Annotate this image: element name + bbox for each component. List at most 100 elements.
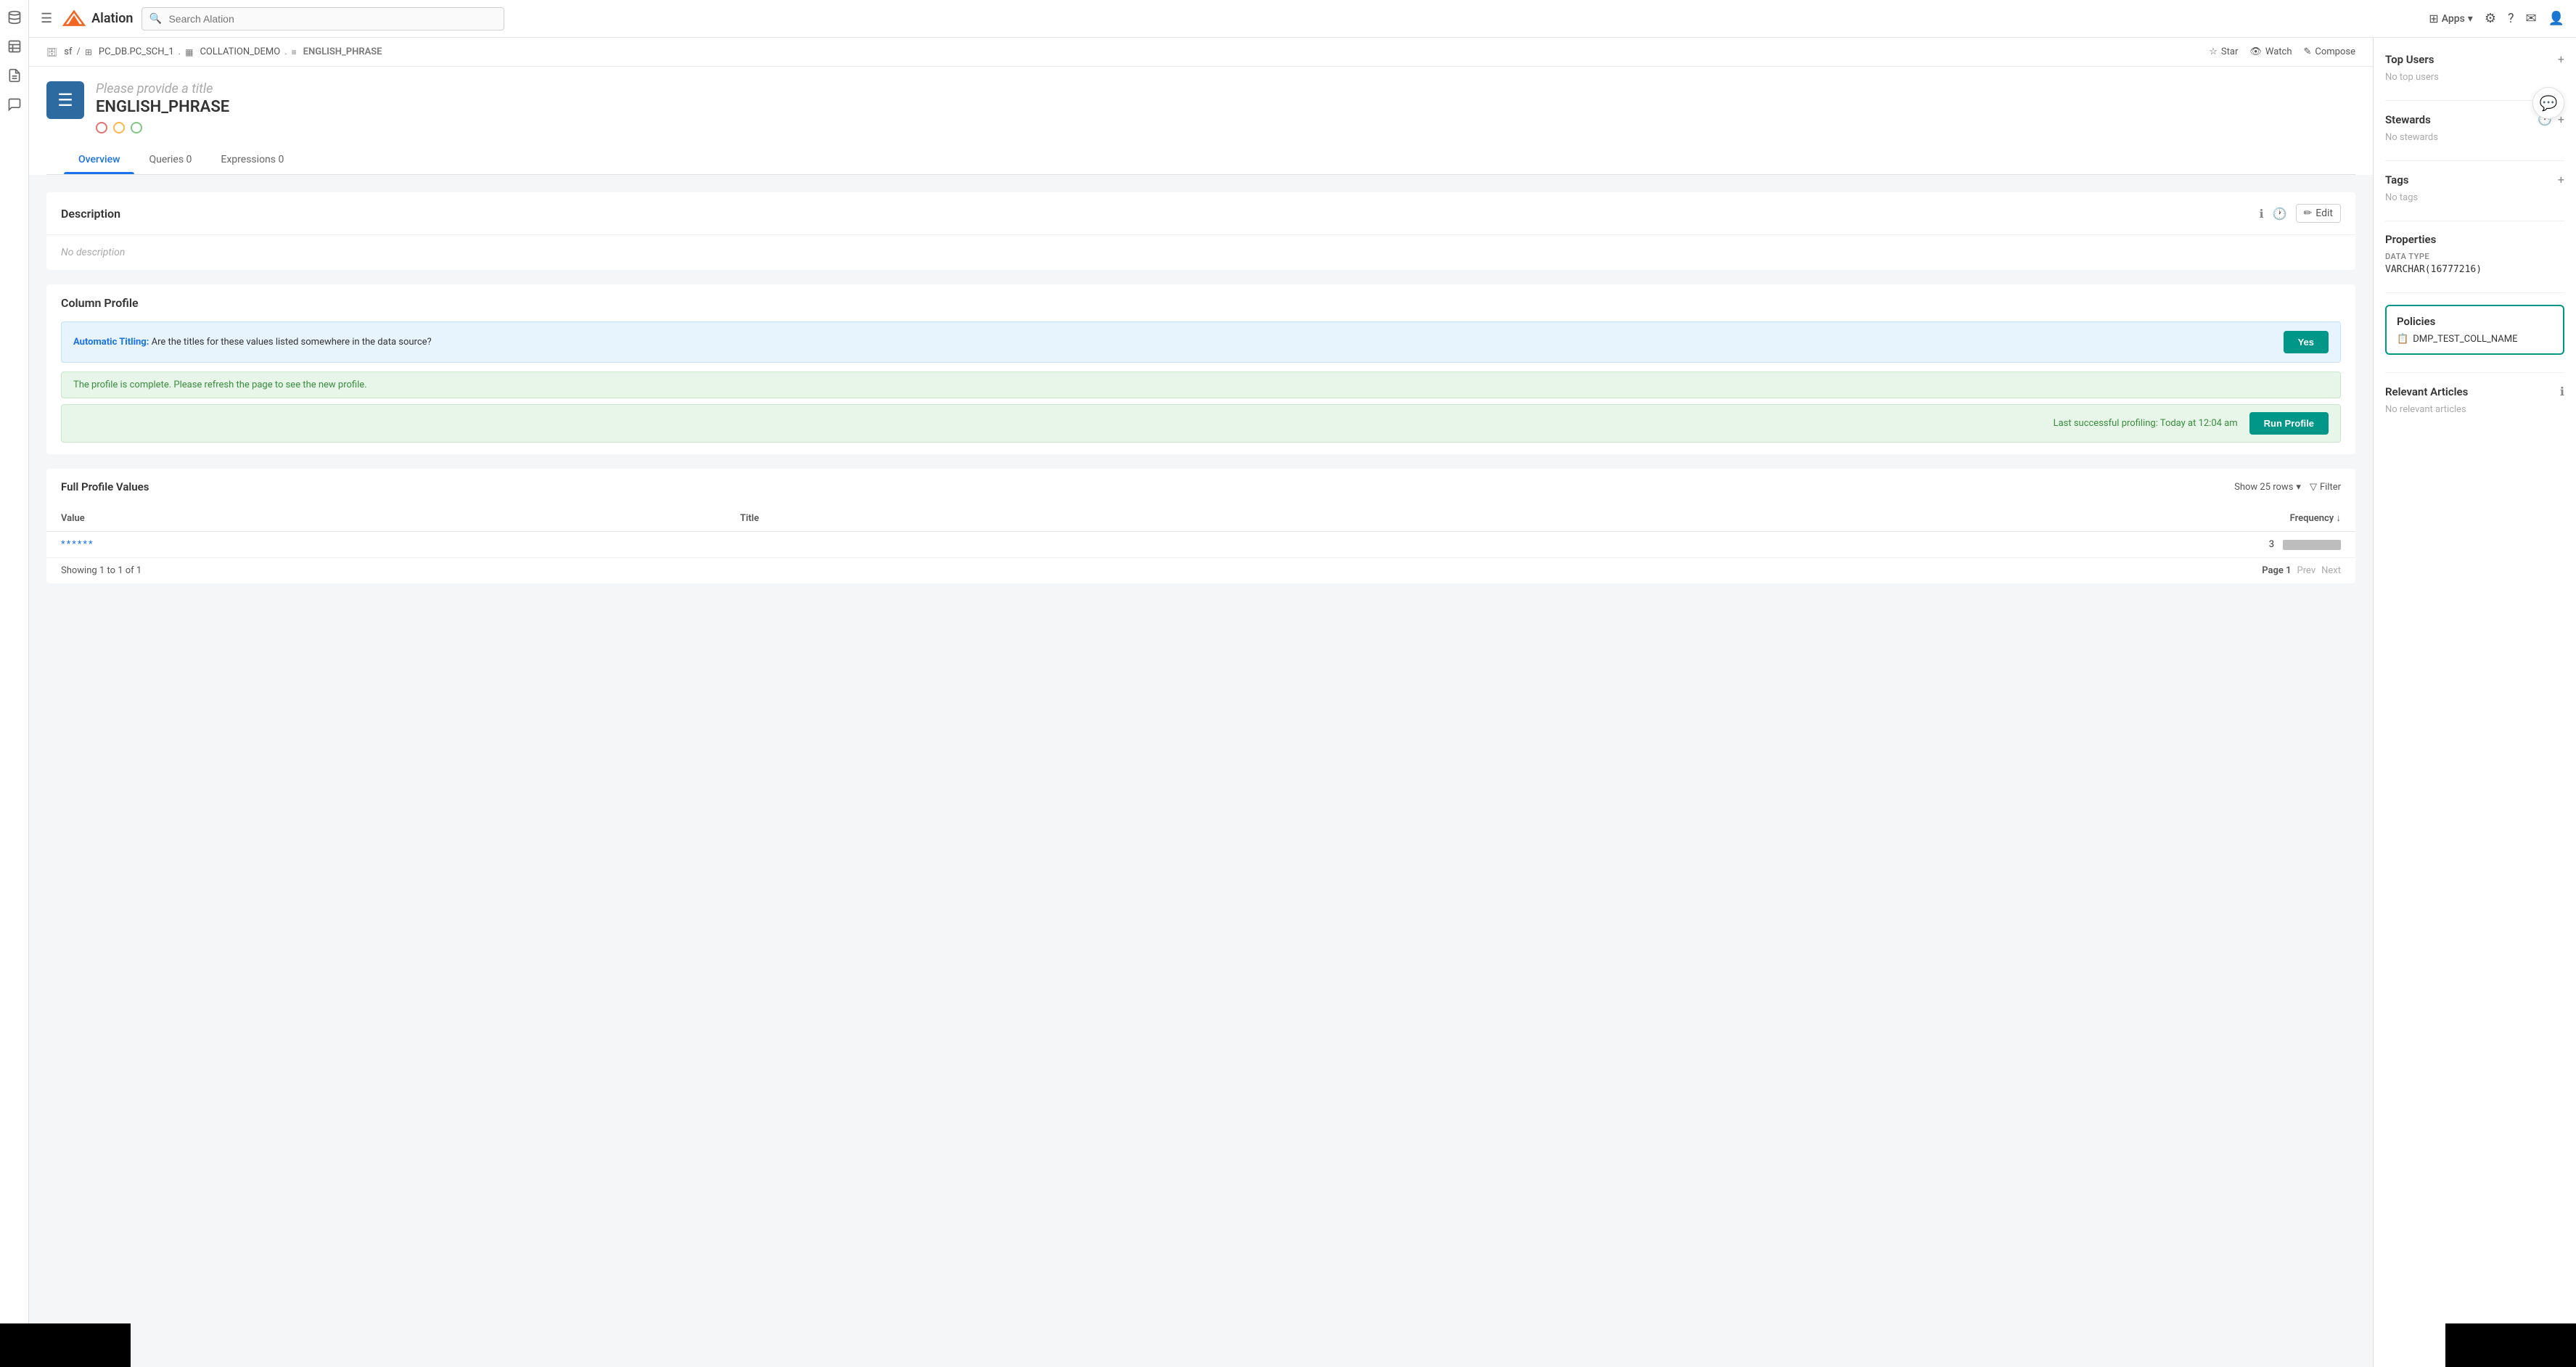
tab-expressions[interactable]: Expressions 0 bbox=[206, 145, 298, 174]
star-label: Star bbox=[2221, 46, 2238, 57]
dot-red bbox=[96, 122, 107, 134]
col-header-frequency: Frequency ↓ bbox=[1250, 505, 2355, 532]
star-action[interactable]: ☆ Star bbox=[2209, 46, 2238, 57]
top-users-empty: No top users bbox=[2385, 72, 2564, 83]
chat-float-button[interactable]: 💬 bbox=[2532, 87, 2564, 119]
breadcrumb-sep1: / bbox=[76, 46, 80, 57]
plus-icon-tags[interactable]: + bbox=[2558, 173, 2564, 186]
info-icon-articles[interactable]: ℹ bbox=[2560, 385, 2564, 398]
data-type-value: VARCHAR(16777216) bbox=[2385, 264, 2564, 275]
description-clock-icon[interactable]: 🕐 bbox=[2273, 207, 2287, 221]
next-button[interactable]: Next bbox=[2321, 565, 2341, 576]
edit-button[interactable]: ✏ Edit bbox=[2296, 204, 2341, 223]
policies-item[interactable]: 📋 DMP_TEST_COLL_NAME bbox=[2397, 334, 2553, 345]
compose-icon: ✎ bbox=[2304, 46, 2312, 57]
prev-button[interactable]: Prev bbox=[2297, 565, 2316, 576]
tabs-bar: Overview Queries 0 Expressions 0 bbox=[46, 145, 2355, 175]
dot-green bbox=[131, 122, 142, 134]
description-title: Description bbox=[61, 207, 120, 221]
policies-section: Policies 📋 DMP_TEST_COLL_NAME bbox=[2385, 305, 2564, 355]
policy-icon: 📋 bbox=[2397, 334, 2408, 345]
stewards-empty: No stewards bbox=[2385, 132, 2564, 143]
breadcrumb-sep3: . bbox=[284, 46, 287, 57]
auto-title-question: Are the titles for these values listed s… bbox=[152, 337, 432, 348]
full-profile-title: Full Profile Values bbox=[61, 480, 149, 493]
profile-date-banner: Last successful profiling: Today at 12:0… bbox=[61, 404, 2341, 443]
help-icon[interactable]: ? bbox=[2508, 11, 2514, 26]
search-bar[interactable]: 🔍 bbox=[141, 7, 504, 30]
tab-queries[interactable]: Queries 0 bbox=[134, 145, 206, 174]
compose-action[interactable]: ✎ Compose bbox=[2304, 46, 2356, 57]
edit-label: Edit bbox=[2315, 208, 2333, 219]
sidebar-icon-document[interactable] bbox=[6, 67, 23, 84]
entity-title-placeholder: Please provide a title bbox=[96, 81, 2355, 97]
full-profile-header: Full Profile Values Show 25 rows ▾ ▽ Fil… bbox=[46, 469, 2355, 505]
relevant-articles-title: Relevant Articles bbox=[2385, 385, 2468, 398]
auto-title-banner: Automatic Titling: Are the titles for th… bbox=[61, 321, 2341, 363]
frequency-bar bbox=[2283, 540, 2341, 550]
chevron-down-icon: ▾ bbox=[2296, 482, 2301, 493]
page-header: ☰ Please provide a title ENGLISH_PHRASE bbox=[29, 67, 2373, 175]
divider-5 bbox=[2385, 372, 2564, 373]
column-profile-section: Column Profile Automatic Titling: Are th… bbox=[46, 284, 2355, 454]
tab-overview[interactable]: Overview bbox=[64, 145, 134, 174]
relevant-articles-empty: No relevant articles bbox=[2385, 404, 2564, 415]
col-header-title: Title bbox=[726, 505, 1250, 532]
topbar: ☰ Alation 🔍 ⊞ Apps ▾ ⚙ ? bbox=[29, 0, 2576, 38]
col-header-value: Value bbox=[46, 505, 726, 532]
filter-icon: ▽ bbox=[2310, 482, 2317, 493]
profile-success-banner: The profile is complete. Please refresh … bbox=[61, 371, 2341, 398]
properties-section: Properties DATA TYPE VARCHAR(16777216) bbox=[2385, 233, 2564, 275]
search-input[interactable] bbox=[141, 7, 504, 30]
schema-icon: ⊞ bbox=[85, 47, 92, 57]
full-profile-controls: Show 25 rows ▾ ▽ Filter bbox=[2234, 482, 2341, 493]
pagination-row: Showing 1 to 1 of 1 Page 1 Prev Next bbox=[46, 558, 2355, 583]
profile-table: Value Title Frequency ↓ ****** bbox=[46, 505, 2355, 558]
watch-action[interactable]: 👁 Watch bbox=[2249, 46, 2292, 57]
table-row: ****** 3 bbox=[46, 532, 2355, 558]
filter-button[interactable]: ▽ Filter bbox=[2310, 482, 2341, 493]
table-icon: ▦ bbox=[185, 47, 193, 57]
mail-icon[interactable]: ✉ bbox=[2525, 11, 2536, 26]
user-icon[interactable]: 👤 bbox=[2548, 11, 2564, 26]
full-profile-section: Full Profile Values Show 25 rows ▾ ▽ Fil… bbox=[46, 469, 2355, 583]
description-header: Description ℹ 🕐 ✏ Edit bbox=[46, 192, 2355, 235]
description-info-icon[interactable]: ℹ bbox=[2260, 207, 2264, 221]
bottom-right-bar bbox=[2445, 1323, 2576, 1367]
tags-title: Tags bbox=[2385, 173, 2409, 186]
dot-orange bbox=[113, 122, 125, 134]
sidebar-icon-database[interactable] bbox=[6, 9, 23, 26]
divider-4 bbox=[2385, 292, 2564, 293]
breadcrumb-area: 🗄 sf / ⊞ PC_DB.PC_SCH_1 . ▦ COLLATION_DE… bbox=[29, 38, 2373, 67]
row-value: ****** bbox=[46, 532, 726, 558]
search-icon: 🔍 bbox=[149, 13, 161, 25]
settings-icon[interactable]: ⚙ bbox=[2485, 11, 2496, 26]
bottom-left-bar bbox=[0, 1323, 131, 1367]
breadcrumb-table[interactable]: COLLATION_DEMO bbox=[200, 46, 280, 57]
auto-title-text: Automatic Titling: Are the titles for th… bbox=[73, 337, 432, 348]
watch-label: Watch bbox=[2265, 46, 2292, 57]
entity-info: Please provide a title ENGLISH_PHRASE bbox=[96, 81, 2355, 134]
yes-button[interactable]: Yes bbox=[2284, 331, 2329, 353]
auto-title-prefix: Automatic Titling: bbox=[73, 337, 149, 348]
policies-box: Policies 📋 DMP_TEST_COLL_NAME bbox=[2385, 305, 2564, 355]
run-profile-button[interactable]: Run Profile bbox=[2249, 412, 2329, 435]
apps-button[interactable]: ⊞ Apps ▾ bbox=[2429, 12, 2473, 25]
top-users-section: Top Users + No top users bbox=[2385, 52, 2564, 83]
hamburger-menu[interactable]: ☰ bbox=[41, 11, 52, 26]
column-profile-title: Column Profile bbox=[46, 284, 2355, 321]
breadcrumb-schema[interactable]: PC_DB.PC_SCH_1 bbox=[99, 46, 174, 57]
entity-header: ☰ Please provide a title ENGLISH_PHRASE bbox=[46, 81, 2355, 134]
stewards-section: Stewards 🕐 + No stewards bbox=[2385, 112, 2564, 143]
show-rows-dropdown[interactable]: Show 25 rows ▾ bbox=[2234, 482, 2301, 493]
relevant-articles-section: Relevant Articles ℹ No relevant articles bbox=[2385, 385, 2564, 415]
breadcrumb-sep2: . bbox=[179, 46, 181, 57]
policies-title: Policies bbox=[2397, 315, 2553, 328]
edit-icon: ✏ bbox=[2304, 208, 2313, 219]
breadcrumb-sf[interactable]: sf bbox=[64, 46, 72, 57]
no-description: No description bbox=[61, 247, 125, 258]
sidebar-icon-table[interactable] bbox=[6, 38, 23, 55]
plus-icon-top-users[interactable]: + bbox=[2558, 52, 2564, 66]
watch-icon: 👁 bbox=[2249, 46, 2262, 57]
sidebar-icon-chat[interactable] bbox=[6, 96, 23, 113]
